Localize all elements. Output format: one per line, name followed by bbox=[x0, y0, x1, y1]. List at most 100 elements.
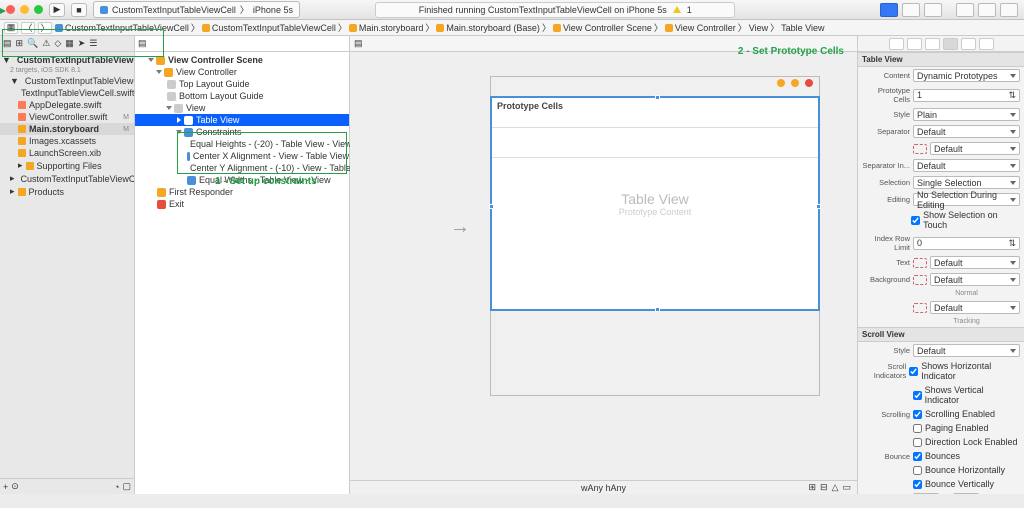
constraints-row[interactable]: Constraints bbox=[135, 126, 349, 138]
sv-style-select[interactable]: Default bbox=[913, 344, 1020, 357]
report-nav-icon[interactable]: ☰ bbox=[89, 38, 97, 49]
bounce-v-checkbox[interactable] bbox=[913, 480, 922, 489]
file-row[interactable]: LaunchScreen.xib bbox=[0, 147, 134, 159]
debug-nav-icon[interactable]: ▦ bbox=[65, 38, 74, 49]
identity-inspector-tab[interactable] bbox=[925, 38, 940, 50]
toggle-navigator-button[interactable] bbox=[956, 3, 974, 17]
text-color-select[interactable]: Default bbox=[930, 256, 1020, 269]
project-row[interactable]: ▼CustomTextInputTableViewCellM bbox=[0, 54, 134, 66]
test-nav-icon[interactable]: ◇ bbox=[54, 38, 61, 49]
align-button[interactable]: ⊞ bbox=[808, 482, 816, 493]
symbol-nav-icon[interactable]: ⊞ bbox=[16, 38, 24, 49]
index-row-stepper[interactable]: 0⇅ bbox=[913, 237, 1020, 250]
constraint-row[interactable]: Center X Alignment - View - Table View bbox=[135, 150, 349, 162]
filter-icon[interactable]: ⊙ bbox=[11, 481, 19, 492]
group-row[interactable]: ▼CustomTextInputTableViewCell bbox=[0, 75, 134, 87]
view-row[interactable]: View bbox=[135, 102, 349, 114]
file-inspector-tab[interactable] bbox=[889, 38, 904, 50]
connections-inspector-tab[interactable] bbox=[979, 38, 994, 50]
exit-icon[interactable] bbox=[805, 79, 813, 87]
outline-icon[interactable]: ▤ bbox=[138, 38, 147, 49]
fr-icon[interactable] bbox=[791, 79, 799, 87]
breakpoint-nav-icon[interactable]: ➤ bbox=[78, 38, 86, 49]
vc-icon[interactable] bbox=[777, 79, 785, 87]
resize-button[interactable]: ▭ bbox=[842, 482, 851, 493]
show-selection-checkbox[interactable] bbox=[911, 216, 920, 225]
file-row[interactable]: Images.xcassets bbox=[0, 135, 134, 147]
editing-select[interactable]: No Selection During Editing bbox=[913, 193, 1020, 206]
attributes-inspector-tab[interactable] bbox=[943, 38, 958, 50]
file-row[interactable]: AppDelegate.swift bbox=[0, 99, 134, 111]
zoom-min-stepper[interactable]: 1 bbox=[913, 493, 939, 494]
version-editor-button[interactable] bbox=[924, 3, 942, 17]
pin-button[interactable]: ⊟ bbox=[820, 482, 828, 493]
stop-button[interactable]: ■ bbox=[71, 3, 87, 17]
recent-icon[interactable]: ◔ bbox=[114, 482, 119, 492]
resize-handle[interactable] bbox=[816, 204, 821, 209]
bg-color-select[interactable]: Default bbox=[930, 273, 1020, 286]
sep-color-select[interactable]: Default bbox=[930, 142, 1020, 155]
view-controller-canvas[interactable]: Prototype Cells Table View Prototype Con… bbox=[490, 76, 820, 396]
resize-handle[interactable] bbox=[655, 95, 660, 100]
table-view[interactable]: Prototype Cells Table View Prototype Con… bbox=[491, 97, 819, 310]
dir-lock-checkbox[interactable] bbox=[913, 438, 922, 447]
color-well[interactable] bbox=[913, 258, 927, 268]
group-row[interactable]: ▸CustomTextInputTableViewCellTests bbox=[0, 172, 134, 185]
prototype-cell[interactable] bbox=[492, 128, 818, 158]
help-inspector-tab[interactable] bbox=[907, 38, 922, 50]
outline-toggle-icon[interactable]: ▤ bbox=[354, 38, 363, 49]
constraint-row[interactable]: Center Y Alignment - (-10) - View - Tabl… bbox=[135, 162, 349, 174]
separator-select[interactable]: Default bbox=[913, 125, 1020, 138]
v-indicator-checkbox[interactable] bbox=[913, 391, 922, 400]
paging-checkbox[interactable] bbox=[913, 424, 922, 433]
color-well[interactable] bbox=[913, 303, 927, 313]
first-responder-row[interactable]: First Responder bbox=[135, 186, 349, 198]
prototype-cells-stepper[interactable]: 1⇅ bbox=[913, 89, 1020, 102]
scheme-selector[interactable]: CustomTextInputTableViewCell 〉 iPhone 5s bbox=[93, 1, 300, 18]
bounce-h-checkbox[interactable] bbox=[913, 466, 922, 475]
exit-row[interactable]: Exit bbox=[135, 198, 349, 210]
resize-handle[interactable] bbox=[489, 204, 494, 209]
layout-guide-row[interactable]: Bottom Layout Guide bbox=[135, 90, 349, 102]
issue-nav-icon[interactable]: ⚠ bbox=[42, 38, 50, 49]
tableview-row[interactable]: Table View bbox=[135, 114, 349, 126]
group-row[interactable]: ▸Supporting Files bbox=[0, 159, 134, 172]
size-class-label[interactable]: wAny hAny bbox=[581, 483, 626, 493]
color-well[interactable] bbox=[913, 144, 927, 154]
layout-guide-row[interactable]: Top Layout Guide bbox=[135, 78, 349, 90]
run-button[interactable]: ▶ bbox=[49, 3, 65, 17]
content-select[interactable]: Dynamic Prototypes bbox=[913, 69, 1020, 82]
close-window-button[interactable] bbox=[6, 5, 15, 14]
size-inspector-tab[interactable] bbox=[961, 38, 976, 50]
breadcrumb[interactable]: CustomTextInputTableViewCell 〉 CustomTex… bbox=[55, 21, 825, 34]
scene-row[interactable]: View Controller Scene bbox=[135, 54, 349, 66]
color-well[interactable] bbox=[913, 275, 927, 285]
selection-select[interactable]: Single Selection bbox=[913, 176, 1020, 189]
file-row[interactable]: ViewController.swiftM bbox=[0, 111, 134, 123]
vc-row[interactable]: View Controller bbox=[135, 66, 349, 78]
toggle-debug-button[interactable] bbox=[978, 3, 996, 17]
resolve-button[interactable]: △ bbox=[832, 482, 839, 493]
file-row[interactable]: TextInputTableViewCell.swiftA bbox=[0, 87, 134, 99]
file-row[interactable]: Main.storyboardM bbox=[0, 123, 134, 135]
zoom-max-stepper[interactable]: 1 bbox=[953, 493, 979, 494]
related-items-button[interactable]: ▦ bbox=[4, 22, 18, 34]
h-indicator-checkbox[interactable] bbox=[909, 367, 918, 376]
zoom-window-button[interactable] bbox=[34, 5, 43, 14]
assistant-editor-button[interactable] bbox=[902, 3, 920, 17]
style-select[interactable]: Plain bbox=[913, 108, 1020, 121]
minimize-window-button[interactable] bbox=[20, 5, 29, 14]
forward-button[interactable]: 〉 bbox=[38, 22, 52, 34]
scroll-enabled-checkbox[interactable] bbox=[913, 410, 922, 419]
toggle-utilities-button[interactable] bbox=[1000, 3, 1018, 17]
tracking-color-select[interactable]: Default bbox=[930, 301, 1020, 314]
back-button[interactable]: 〈 bbox=[21, 22, 35, 34]
resize-handle[interactable] bbox=[655, 307, 660, 312]
bounces-checkbox[interactable] bbox=[913, 452, 922, 461]
ib-canvas[interactable]: ▤ → Prototype Cells Table View Prototype… bbox=[350, 36, 858, 494]
add-icon[interactable]: + bbox=[3, 482, 8, 492]
sep-inset-select[interactable]: Default bbox=[913, 159, 1020, 172]
file-nav-icon[interactable]: ▤ bbox=[3, 38, 12, 49]
standard-editor-button[interactable] bbox=[880, 3, 898, 17]
scm-icon[interactable]: ▢ bbox=[122, 481, 131, 492]
